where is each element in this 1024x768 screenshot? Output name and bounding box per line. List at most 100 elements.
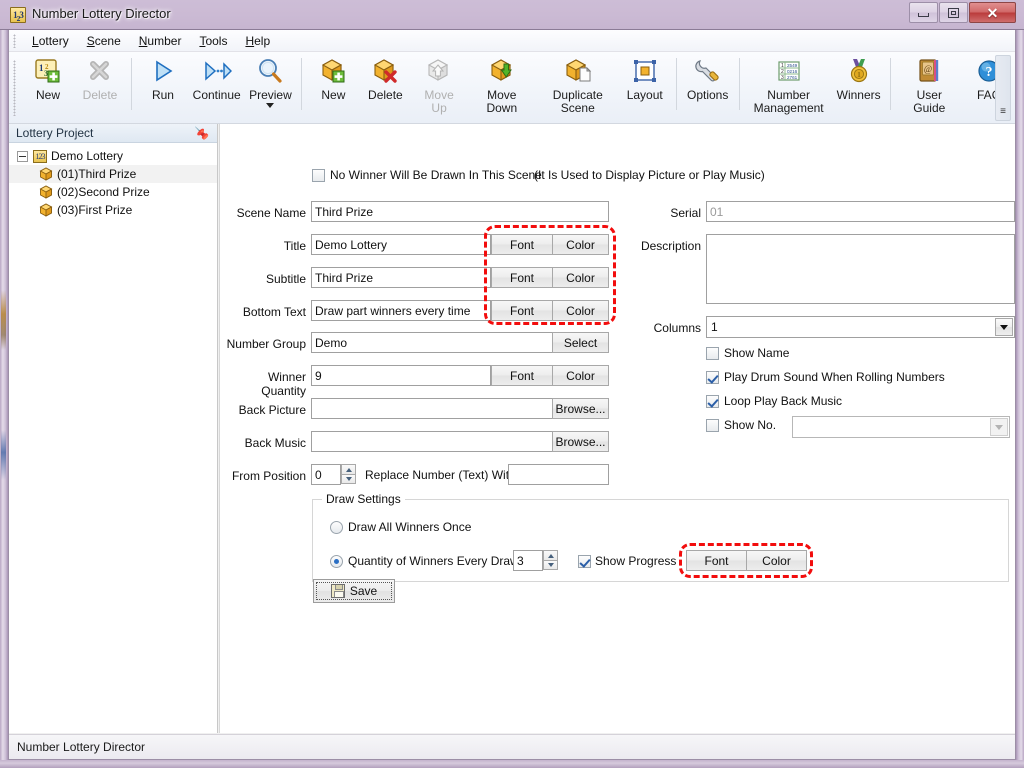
serial-input[interactable] — [706, 201, 1015, 222]
quantity-every-draw-radio[interactable] — [330, 555, 343, 568]
toolbar-new-scene-button[interactable]: New — [307, 52, 359, 122]
title-font-button[interactable]: Font — [491, 234, 553, 255]
show-no-dropdown-button[interactable] — [990, 418, 1008, 436]
window-title: Number Lottery Director — [32, 6, 171, 21]
show-name-checkbox[interactable] — [706, 347, 719, 360]
bottom-text-color-button[interactable]: Color — [552, 300, 609, 321]
winner-quantity-color-button[interactable]: Color — [552, 365, 609, 386]
from-position-spinner[interactable] — [341, 464, 356, 485]
toolbar-user-guide-button[interactable]: @ User Guide — [896, 52, 963, 122]
spinner-down-button[interactable] — [543, 560, 558, 570]
options-wrench-icon — [693, 56, 723, 86]
columns-combo[interactable]: 1 — [706, 316, 1015, 338]
move-up-icon — [424, 56, 454, 86]
columns-dropdown-button[interactable] — [995, 318, 1013, 336]
draw-all-winners-radio[interactable] — [330, 521, 343, 534]
title-bar: 123 Number Lottery Director ✕ — [0, 0, 1024, 30]
toolbar-label: User Guide — [901, 89, 958, 115]
number-group-label: Number Group — [220, 337, 306, 351]
serial-label: Serial — [620, 206, 701, 220]
toolbar-duplicate-scene-button[interactable]: Duplicate Scene — [537, 52, 619, 122]
menu-item-help[interactable]: Help — [236, 31, 279, 51]
spinner-up-button[interactable] — [341, 464, 356, 474]
toolbar-overflow-button[interactable]: ≡ — [995, 55, 1011, 121]
chevron-up-icon — [346, 468, 352, 472]
number-group-input[interactable] — [311, 332, 558, 353]
description-textarea[interactable] — [706, 234, 1015, 304]
toolbar-winners-button[interactable]: 1 Winners — [833, 52, 885, 122]
toolbar-label: New — [36, 89, 60, 102]
spinner-up-button[interactable] — [543, 550, 558, 560]
menu-item-number[interactable]: Number — [130, 31, 191, 51]
number-group-select-button[interactable]: Select — [552, 332, 609, 353]
bottom-text-font-button[interactable]: Font — [491, 300, 553, 321]
chevron-down-icon — [995, 425, 1003, 430]
draw-settings-color-button[interactable]: Color — [746, 550, 807, 571]
chevron-down-icon — [1000, 325, 1008, 330]
replace-number-input[interactable] — [508, 464, 609, 485]
toolbar-number-management-button[interactable]: 1 2 3 2549 0216 2761 Number Management — [745, 52, 833, 122]
preview-dropdown-chevron-icon[interactable] — [266, 103, 274, 108]
save-button[interactable]: Save — [313, 579, 395, 603]
menu-drag-grip[interactable] — [13, 34, 16, 48]
tree-item-scene-03[interactable]: (03)First Prize — [9, 201, 217, 219]
title-input[interactable] — [311, 234, 491, 255]
show-no-checkbox[interactable] — [706, 419, 719, 432]
minimize-button[interactable] — [909, 2, 938, 23]
no-winner-checkbox[interactable] — [312, 169, 325, 182]
tree-item-scene-02[interactable]: (02)Second Prize — [9, 183, 217, 201]
toolbar-label: Move Up — [416, 89, 461, 115]
tree-item-scene-01[interactable]: (01)Third Prize — [9, 165, 217, 183]
show-progress-checkbox[interactable] — [578, 555, 591, 568]
spinner-down-button[interactable] — [341, 474, 356, 484]
winner-quantity-font-button[interactable]: Font — [491, 365, 553, 386]
bottom-text-input[interactable] — [311, 300, 491, 321]
toolbar-layout-button[interactable]: Layout — [619, 52, 671, 122]
show-no-combo[interactable] — [792, 416, 1010, 438]
subtitle-input[interactable] — [311, 267, 491, 288]
subtitle-font-button[interactable]: Font — [491, 267, 553, 288]
toolbar-move-down-button[interactable]: Move Down — [467, 52, 537, 122]
tree-root-node[interactable]: 123 Demo Lottery — [9, 147, 217, 165]
toolbar-label: Delete — [368, 89, 403, 102]
back-music-browse-button[interactable]: Browse... — [552, 431, 609, 452]
pin-icon[interactable]: 📌 — [195, 126, 209, 141]
back-picture-browse-button[interactable]: Browse... — [552, 398, 609, 419]
quantity-every-draw-input[interactable] — [513, 550, 543, 571]
quantity-every-draw-spinner[interactable] — [543, 550, 558, 571]
toolbar-move-up-button[interactable]: Move Up — [411, 52, 466, 122]
back-music-input[interactable] — [311, 431, 558, 452]
back-picture-input[interactable] — [311, 398, 558, 419]
loop-music-checkbox[interactable] — [706, 395, 719, 408]
close-button[interactable]: ✕ — [969, 2, 1016, 23]
subtitle-color-button[interactable]: Color — [552, 267, 609, 288]
scene-cube-icon — [39, 167, 53, 181]
toolbar-separator — [131, 58, 132, 110]
toolbar-continue-button[interactable]: Continue — [189, 52, 244, 122]
toolbar-delete-scene-button[interactable]: Delete — [359, 52, 411, 122]
toolbar-delete-lottery-button[interactable]: Delete — [74, 52, 126, 122]
title-color-button[interactable]: Color — [552, 234, 609, 255]
scene-name-input[interactable] — [311, 201, 609, 222]
chevron-down-icon — [548, 563, 554, 567]
winner-quantity-input[interactable] — [311, 365, 491, 386]
toolbar-new-lottery-button[interactable]: 1 2 3 New — [22, 52, 74, 122]
toolbar-label: Winners — [837, 89, 881, 102]
menu-item-tools[interactable]: Tools — [190, 31, 236, 51]
toolbar-separator — [890, 58, 891, 110]
toolbar-preview-button[interactable]: Preview — [244, 52, 296, 122]
toolbar: 1 2 3 New — [9, 52, 1015, 124]
from-position-input[interactable] — [311, 464, 341, 485]
toolbar-drag-grip[interactable] — [13, 60, 16, 116]
maximize-button[interactable] — [939, 2, 968, 23]
draw-settings-font-button[interactable]: Font — [686, 550, 747, 571]
menu-item-lottery[interactable]: Lottery — [23, 31, 78, 51]
window-border-left — [0, 0, 8, 768]
menu-item-scene[interactable]: Scene — [78, 31, 130, 51]
menu-bar: Lottery Scene Number Tools Help — [9, 30, 1015, 52]
play-drum-checkbox[interactable] — [706, 371, 719, 384]
expander-icon[interactable] — [17, 151, 28, 162]
toolbar-options-button[interactable]: Options — [682, 52, 734, 122]
toolbar-run-button[interactable]: Run — [137, 52, 189, 122]
delete-lottery-icon — [85, 56, 115, 86]
